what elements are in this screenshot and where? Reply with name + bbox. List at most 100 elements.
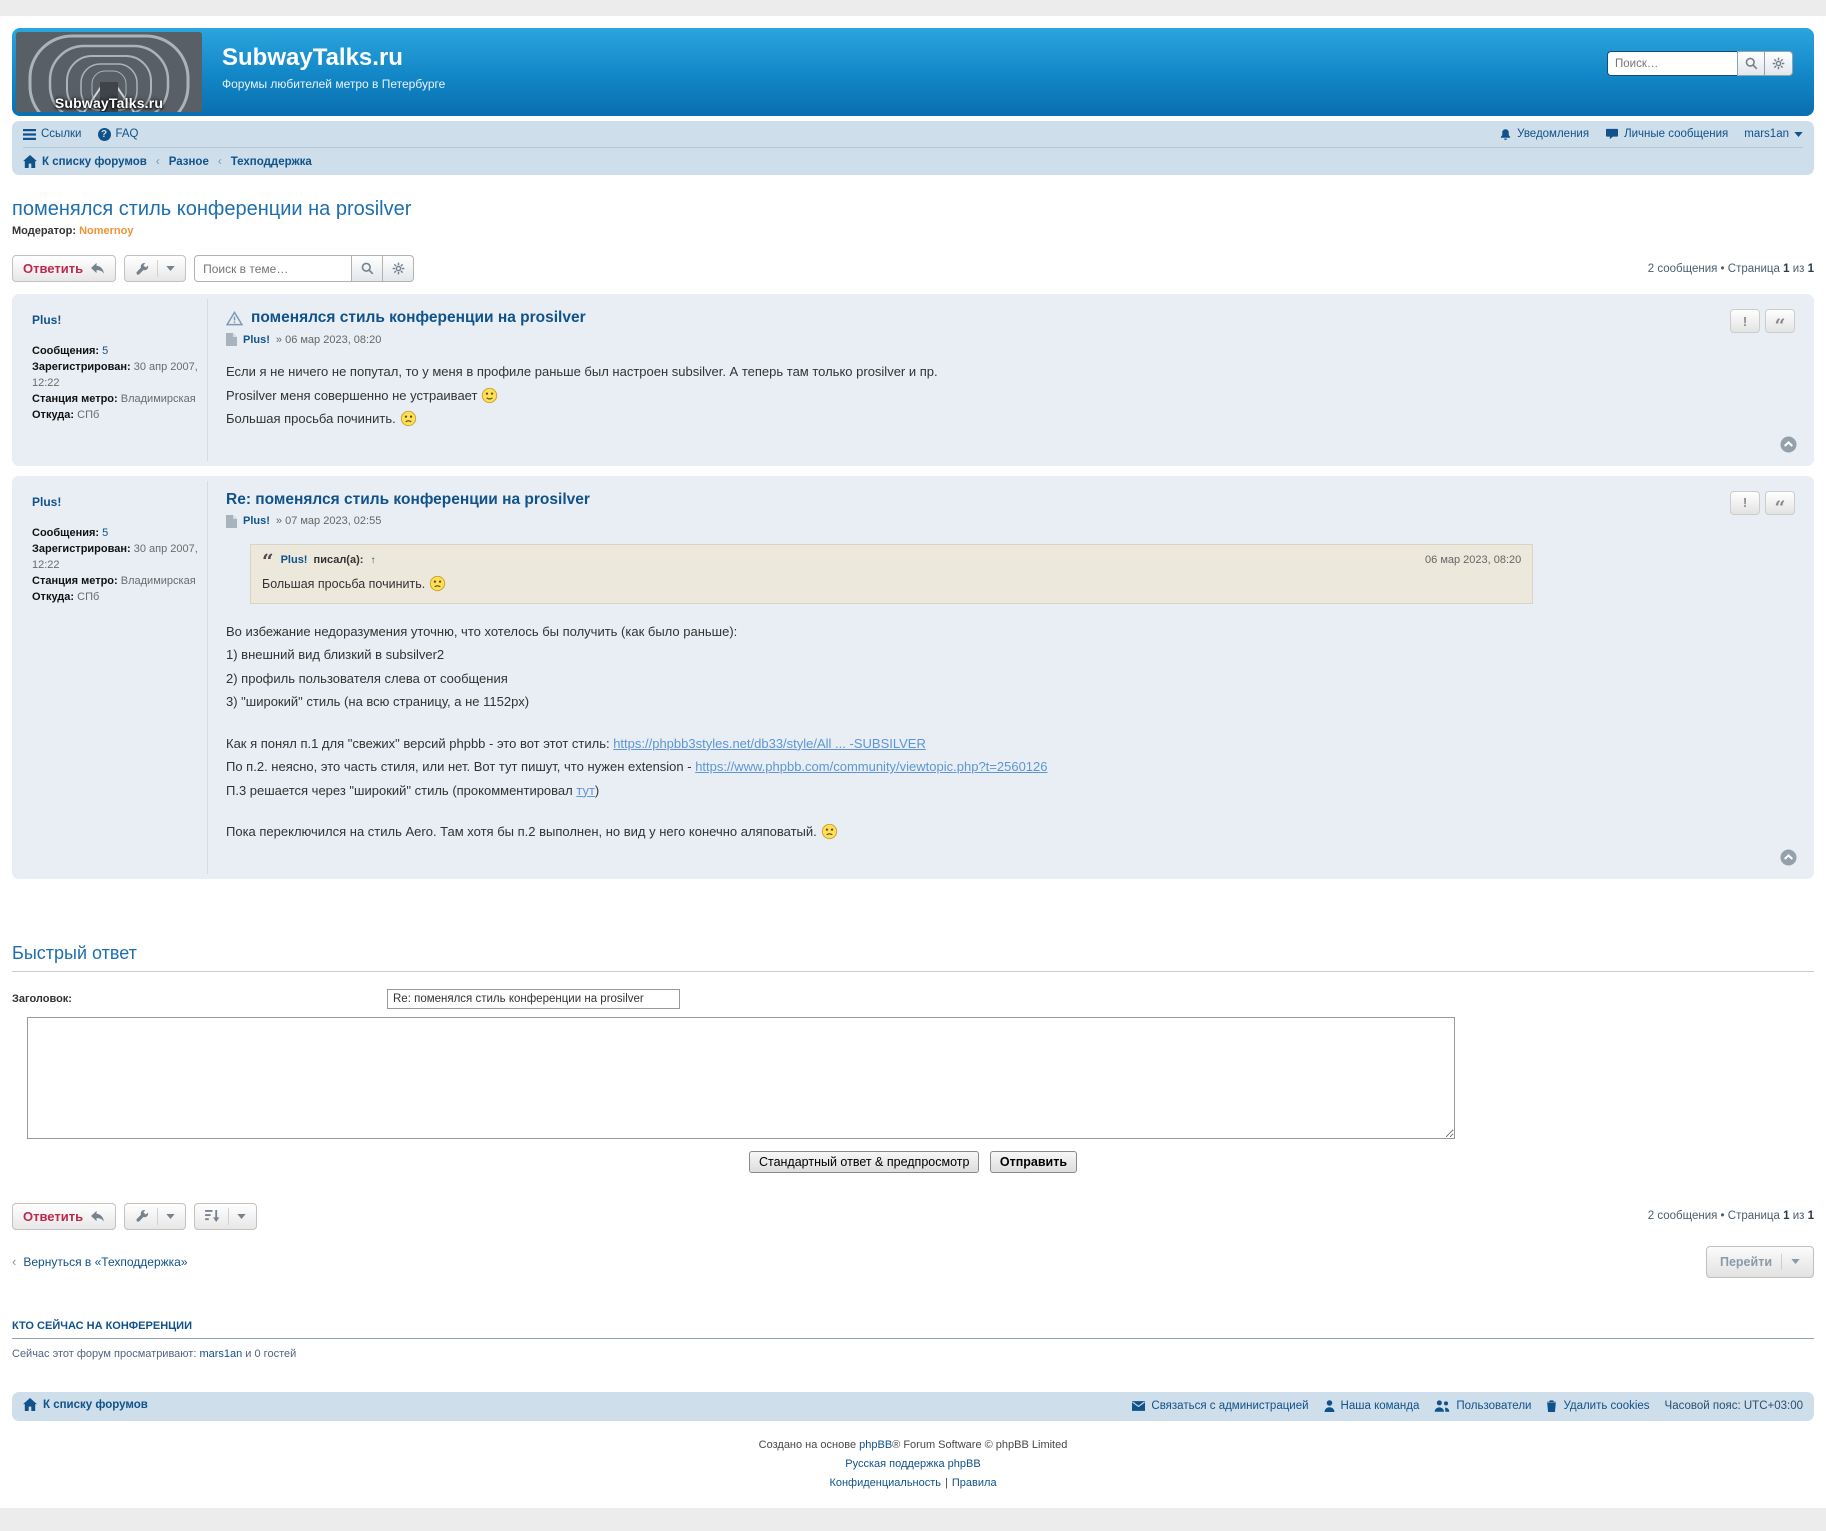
profile-from-row: Откуда: СПб: [32, 590, 199, 606]
advanced-search-button[interactable]: [1765, 51, 1793, 76]
full-editor-button[interactable]: Стандартный ответ & предпросмотр: [749, 1151, 979, 1173]
online-user-link[interactable]: mars1an: [199, 1348, 242, 1360]
topic-tools-button[interactable]: [124, 255, 186, 282]
smiley-icon: [821, 823, 838, 840]
site-logo[interactable]: SubwayTalks.ru: [16, 32, 202, 112]
style-link[interactable]: https://phpbb3styles.net/db33/style/All …: [613, 736, 926, 751]
quote-icon: “: [1775, 324, 1786, 328]
post-paragraph: Prosilver меня совершенно не устраивает: [226, 386, 1791, 406]
top-of-page-icon[interactable]: [1780, 849, 1797, 866]
profile-posts-row: Сообщения: 5: [32, 526, 199, 542]
subject-input[interactable]: [387, 989, 680, 1009]
breadcrumb-board-index[interactable]: К списку форумов: [23, 155, 147, 168]
author-username-link[interactable]: Plus!: [32, 312, 61, 329]
quote-backlink-arrow[interactable]: ↑: [370, 555, 375, 566]
topic-title-link[interactable]: поменялся стиль конференции на prosilver: [12, 198, 411, 220]
phpbb-link[interactable]: phpBB: [859, 1439, 892, 1451]
site-header: SubwayTalks.ru SubwayTalks.ru Форумы люб…: [12, 28, 1814, 116]
topic-search-advanced-button[interactable]: [383, 255, 414, 282]
topic-tools-button-bottom[interactable]: [124, 1203, 186, 1230]
topic-search: [194, 255, 414, 282]
message-textarea[interactable]: [27, 1017, 1455, 1139]
trash-icon: [1546, 1400, 1557, 1412]
here-link[interactable]: тут: [576, 783, 595, 798]
user-menu[interactable]: mars1an: [1744, 128, 1803, 140]
gear-icon: [1772, 57, 1785, 70]
post-paragraph: Большая просьба починить.: [226, 409, 1791, 429]
section-divider: [12, 971, 1814, 972]
team-link[interactable]: Наша команда: [1324, 1400, 1420, 1412]
timezone-label: Часовой пояс: UTC+03:00: [1665, 1400, 1803, 1412]
who-is-online-link[interactable]: КТО СЕЙЧАС НА КОНФЕРЕНЦИИ: [12, 1320, 192, 1332]
quote-author-link[interactable]: Plus!: [281, 554, 308, 566]
contact-admin-link[interactable]: Связаться с администрацией: [1132, 1400, 1308, 1412]
quote-post-button[interactable]: “: [1765, 491, 1795, 515]
button-divider: [157, 1208, 158, 1225]
smiley-icon: [400, 410, 417, 427]
report-post-button[interactable]: !: [1730, 491, 1760, 515]
post-1: Plus! Сообщения: 5 Зарегистрирован: 30 а…: [12, 294, 1814, 466]
profile-from-row: Откуда: СПб: [32, 408, 199, 424]
breadcrumb-category[interactable]: Разное: [169, 156, 209, 168]
russian-support-link[interactable]: Русская поддержка phpBB: [845, 1458, 980, 1470]
quick-links-menu[interactable]: Ссылки: [23, 128, 82, 140]
post-meta-date: » 07 мар 2023, 02:55: [276, 515, 381, 527]
phpbb-topic-link[interactable]: https://www.phpbb.com/community/viewtopi…: [695, 759, 1047, 774]
quote-box: “ Plus! писал(а): ↑ 06 мар 2023, 08:20 Б…: [250, 544, 1533, 604]
quick-reply-heading-link[interactable]: Быстрый ответ: [12, 943, 137, 963]
delete-cookies-link[interactable]: Удалить cookies: [1546, 1400, 1649, 1412]
author-username-link[interactable]: Plus!: [32, 494, 61, 511]
username: mars1an: [1744, 128, 1789, 140]
private-messages-link[interactable]: Личные сообщения: [1605, 128, 1728, 140]
post-title-link[interactable]: Re: поменялся стиль конференции на prosi…: [226, 491, 590, 509]
post-meta-author-link[interactable]: Plus!: [243, 334, 270, 346]
topic-toolbar-bottom: Ответить: [12, 1203, 1814, 1230]
author-post-count-link[interactable]: 5: [102, 527, 108, 539]
moderator-link[interactable]: Nomernoy: [79, 225, 133, 237]
quote-post-button[interactable]: “: [1765, 309, 1795, 333]
chevron-down-icon: [166, 1214, 175, 1219]
permalink-page-icon[interactable]: [226, 515, 237, 528]
notifications-link[interactable]: Уведомления: [1499, 128, 1589, 141]
subject-row: Заголовок:: [12, 989, 1814, 1009]
wrench-icon: [135, 1209, 149, 1223]
permalink-page-icon[interactable]: [226, 333, 237, 346]
post-buttons: ! “: [1730, 491, 1795, 515]
post-content: Если я не ничего не попутал, то у меня в…: [226, 362, 1791, 429]
quote-icon: “: [1775, 506, 1786, 510]
submit-button[interactable]: Отправить: [990, 1151, 1077, 1173]
navbar: Ссылки ? FAQ Уведомления: [12, 121, 1814, 175]
rules-link[interactable]: Правила: [952, 1477, 997, 1489]
search-button[interactable]: [1737, 51, 1765, 76]
sort-options-button[interactable]: [194, 1203, 257, 1230]
reply-button-bottom[interactable]: Ответить: [12, 1203, 116, 1230]
footer-board-index-link[interactable]: К списку форумов: [23, 1398, 148, 1411]
jump-to-button[interactable]: Перейти: [1706, 1246, 1814, 1278]
privacy-link[interactable]: Конфиденциальность: [829, 1477, 941, 1489]
post-paragraph: П.3 решается через "широкий" стиль (прок…: [226, 781, 1791, 801]
button-divider: [228, 1208, 229, 1225]
logo-caption: SubwayTalks.ru: [16, 95, 202, 111]
footer-bar: К списку форумов Связаться с администрац…: [12, 1392, 1814, 1421]
breadcrumb-forum[interactable]: Техподдержка: [231, 156, 312, 168]
reply-button[interactable]: Ответить: [12, 255, 116, 282]
faq-link[interactable]: ? FAQ: [98, 128, 139, 141]
return-to-forum-link[interactable]: ‹ Вернуться в «Техподдержка»: [12, 1254, 188, 1269]
top-of-page-icon[interactable]: [1780, 436, 1797, 453]
search-input[interactable]: [1607, 51, 1737, 76]
post-title-link[interactable]: поменялся стиль конференции на prosilver: [251, 309, 586, 327]
post-meta-author-link[interactable]: Plus!: [243, 515, 270, 527]
topic-title: поменялся стиль конференции на prosilver: [12, 198, 1814, 221]
topic-search-input[interactable]: [194, 255, 352, 282]
report-post-button[interactable]: !: [1730, 309, 1760, 333]
site-title[interactable]: SubwayTalks.ru: [222, 44, 403, 72]
header-search: [1607, 51, 1793, 76]
author-post-count-link[interactable]: 5: [102, 345, 108, 357]
credit-line: Создано на основе phpBB® Forum Software …: [12, 1436, 1814, 1455]
topic-search-button[interactable]: [352, 255, 383, 282]
members-link[interactable]: Пользователи: [1434, 1400, 1531, 1412]
topic-toolbar-top: Ответить: [12, 255, 1814, 282]
support-line: Русская поддержка phpBB: [12, 1455, 1814, 1474]
profile-station-row: Станция метро: Владимирская: [32, 574, 199, 590]
pagination-bottom: 2 сообщения • Страница 1 из 1: [1648, 1210, 1814, 1222]
